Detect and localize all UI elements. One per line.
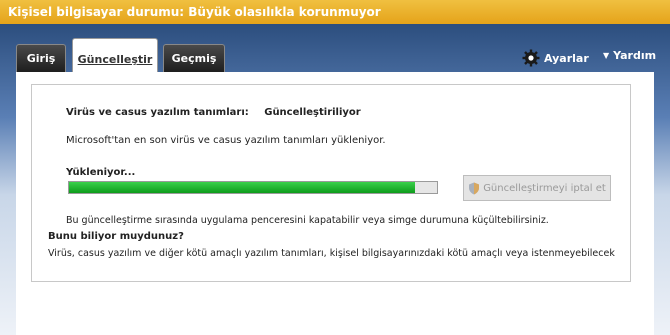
tab-gecmis[interactable]: Geçmiş bbox=[163, 44, 225, 72]
cancel-update-button[interactable]: Güncelleştirmeyi iptal et bbox=[463, 175, 611, 201]
status-label: Virüs ve casus yazılım tanımları: bbox=[66, 107, 249, 118]
progress-fill bbox=[69, 182, 415, 193]
did-you-know-title: Bunu biliyor muydunuz? bbox=[48, 231, 184, 242]
gear-icon bbox=[522, 49, 540, 67]
cancel-update-label: Güncelleştirmeyi iptal et bbox=[483, 182, 606, 194]
tab-giris[interactable]: Giriş bbox=[16, 44, 66, 72]
window-title: Kişisel bilgisayar durumu: Büyük olasılı… bbox=[0, 0, 670, 24]
tab-guncellestir[interactable]: Güncelleştir bbox=[72, 38, 158, 74]
status-value: Güncelleştiriliyor bbox=[264, 107, 361, 118]
did-you-know-text: Virüs, casus yazılım ve diğer kötü amaçl… bbox=[48, 248, 615, 259]
settings-button[interactable]: Ayarlar bbox=[522, 49, 589, 67]
help-button[interactable]: ▼ Yardım bbox=[603, 49, 656, 62]
loading-label: Yükleniyor... bbox=[66, 167, 136, 178]
help-label: Yardım bbox=[613, 49, 657, 62]
progress-bar bbox=[68, 181, 438, 194]
settings-label: Ayarlar bbox=[544, 51, 589, 65]
update-description: Microsoft'tan en son virüs ve casus yazı… bbox=[66, 135, 386, 146]
chevron-down-icon: ▼ bbox=[603, 51, 610, 60]
minimize-note: Bu güncelleştirme sırasında uygulama pen… bbox=[66, 215, 549, 226]
tab-guncellestir-label: Güncelleştir bbox=[77, 53, 153, 66]
main-content: Virüs ve casus yazılım tanımları: Güncel… bbox=[16, 72, 654, 335]
shield-icon bbox=[469, 182, 480, 194]
definitions-status: Virüs ve casus yazılım tanımları: Güncel… bbox=[66, 107, 361, 118]
